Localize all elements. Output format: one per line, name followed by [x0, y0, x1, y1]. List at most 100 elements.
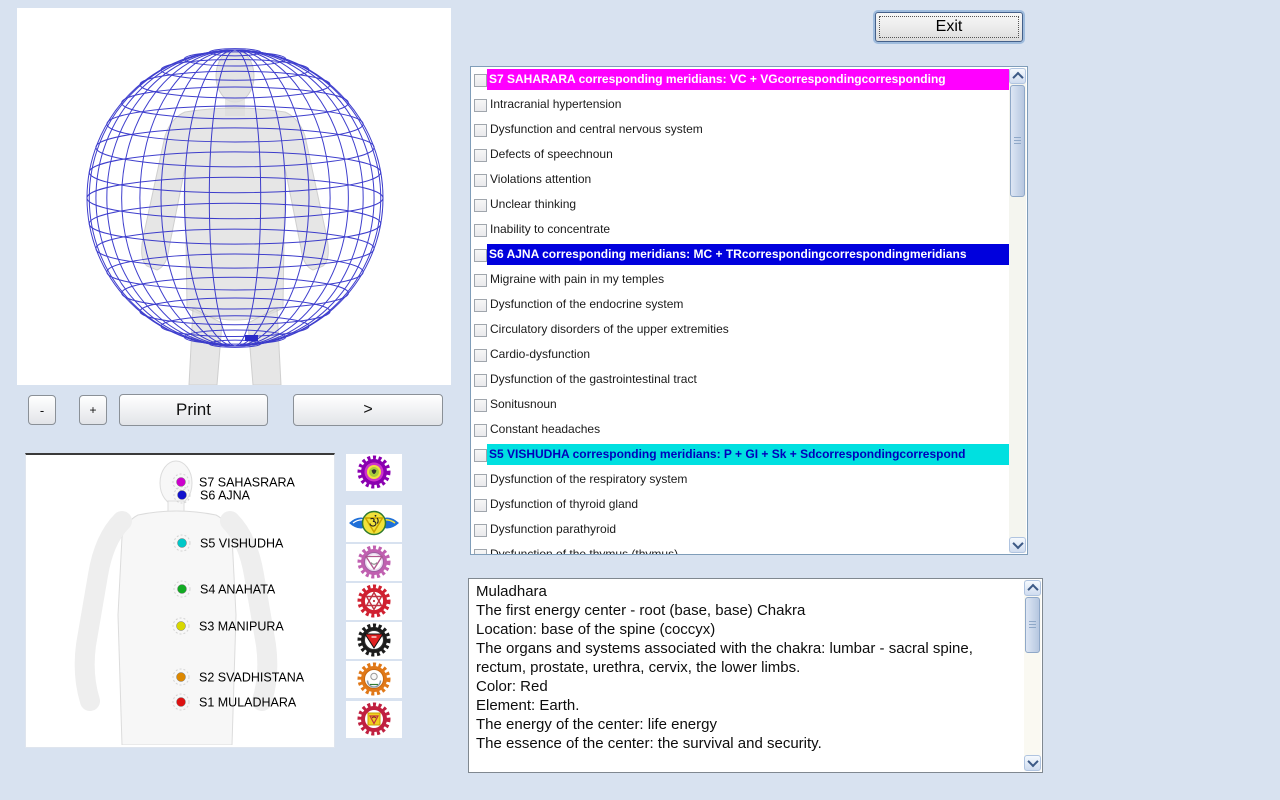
section-header-s7: S7 SAHARARA corresponding meridians: VC … [487, 69, 1010, 90]
symptom-row[interactable]: Dysfunction of thyroid gland [471, 492, 1010, 517]
symptom-checkbox[interactable] [474, 374, 487, 387]
muladhara-icon [346, 701, 402, 738]
symptom-label[interactable]: Dysfunction of the respiratory system [490, 467, 1010, 492]
chakra-body-figure: S7 SAHASRARAS6 AJNA S5 VISHUDHA S4 ANAHATA… [26, 455, 332, 745]
next-button[interactable]: > [293, 394, 443, 426]
chakra-point-s5 [178, 539, 187, 548]
symptom-label[interactable]: Dysfunction of thyroid gland [490, 492, 1010, 517]
aura-3d-panel [17, 8, 451, 385]
chevron-up-icon [1012, 72, 1023, 83]
symptom-row[interactable]: Circulatory disorders of the upper extre… [471, 317, 1010, 342]
symptom-checkbox[interactable] [474, 99, 487, 112]
chakra-point-s1 [177, 698, 186, 707]
chakra-point-label: S4 ANAHATA [200, 583, 276, 597]
chakra-figure-panel: S7 SAHASRARAS6 AJNA S5 VISHUDHA S4 ANAHATA… [25, 453, 335, 748]
chakra-point-label: S6 AJNA [200, 489, 251, 503]
symptom-checkbox[interactable] [474, 149, 487, 162]
description-scrollbar[interactable] [1024, 580, 1041, 771]
exit-button[interactable]: Exit [875, 12, 1023, 42]
symptom-row[interactable]: Dysfunction of the endocrine system [471, 292, 1010, 317]
symptom-checkbox[interactable] [474, 474, 487, 487]
symptom-label[interactable]: Intracranial hypertension [490, 92, 1010, 117]
human-body-3d [142, 50, 329, 385]
symptom-row[interactable]: Intracranial hypertension [471, 92, 1010, 117]
symptom-row[interactable]: Inability to concentrate [471, 217, 1010, 242]
symptom-row[interactable]: Sonitusnoun [471, 392, 1010, 417]
symptom-checkbox[interactable] [474, 224, 487, 237]
symptom-checkbox[interactable] [474, 74, 487, 87]
symptom-checkbox[interactable] [474, 499, 487, 512]
symptom-header-row[interactable]: S6 AJNA corresponding meridians: MC + TR… [471, 242, 1010, 267]
symptom-row[interactable]: Unclear thinking [471, 192, 1010, 217]
symptom-label[interactable]: Violations attention [490, 167, 1010, 192]
section-header-s6: S6 AJNA corresponding meridians: MC + TR… [487, 244, 1010, 265]
symptom-label[interactable]: Dysfunction and central nervous system [490, 117, 1010, 142]
symptom-header-row[interactable]: S7 SAHARARA corresponding meridians: VC … [471, 67, 1010, 92]
print-button[interactable]: Print [119, 394, 268, 426]
symptom-row[interactable]: Cardio-dysfunction [471, 342, 1010, 367]
symptom-checkbox[interactable] [474, 449, 487, 462]
symptom-label[interactable]: Migraine with pain in my temples [490, 267, 1010, 292]
chakra-point-label: S3 MANIPURA [199, 620, 284, 634]
symptom-row[interactable]: Constant headaches [471, 417, 1010, 442]
anahata-icon [346, 583, 402, 620]
chakra-description-text: Muladhara The first energy center - root… [476, 582, 1018, 769]
chakra-point-label: S2 SVADHISTANA [199, 671, 305, 685]
chakra-point-s3 [177, 622, 186, 631]
symptom-row[interactable]: Dysfunction and central nervous system [471, 117, 1010, 142]
symptom-label[interactable]: Cardio-dysfunction [490, 342, 1010, 367]
symptom-checkbox[interactable] [474, 549, 487, 554]
symptom-label[interactable]: Circulatory disorders of the upper extre… [490, 317, 1010, 342]
scrollbar-thumb[interactable] [1025, 597, 1040, 653]
scroll-up-button[interactable] [1009, 68, 1026, 84]
symptom-row[interactable]: Dysfunction of the respiratory system [471, 467, 1010, 492]
symptom-label[interactable]: Defects of speechnoun [490, 142, 1010, 167]
symptom-list-scrollbar[interactable] [1009, 68, 1026, 553]
chevron-up-icon [1027, 584, 1038, 595]
chakra-point-s4 [178, 585, 187, 594]
scroll-down-button[interactable] [1024, 755, 1041, 771]
symptom-label[interactable]: Dysfunction parathyroid [490, 517, 1010, 542]
symptom-label[interactable]: Sonitusnoun [490, 392, 1010, 417]
symptom-checkbox[interactable] [474, 174, 487, 187]
symptom-row[interactable]: Dysfunction of the gastrointestinal trac… [471, 367, 1010, 392]
symptom-checkbox[interactable] [474, 274, 487, 287]
symptom-label[interactable]: Dysfunction of the endocrine system [490, 292, 1010, 317]
symptom-row[interactable]: Migraine with pain in my temples [471, 267, 1010, 292]
ajna-icon [346, 505, 402, 542]
symptom-row[interactable]: Dysfunction of the thymus (thymus) [471, 542, 1010, 554]
symptom-checkbox[interactable] [474, 249, 487, 262]
sphere-bottom-marker [245, 335, 258, 341]
symptom-label[interactable]: Dysfunction of the gastrointestinal trac… [490, 367, 1010, 392]
symptom-row[interactable]: Defects of speechnoun [471, 142, 1010, 167]
symptom-checkbox[interactable] [474, 324, 487, 337]
symptom-checkbox[interactable] [474, 199, 487, 212]
symptom-label[interactable]: Inability to concentrate [490, 217, 1010, 242]
symptom-header-row[interactable]: S5 VISHUDHA corresponding meridians: P +… [471, 442, 1010, 467]
vishudha-icon [346, 544, 402, 581]
symptom-checkbox[interactable] [474, 424, 487, 437]
zoom-out-button[interactable]: - [28, 395, 56, 425]
manipura-icon [346, 622, 402, 659]
scrollbar-thumb[interactable] [1010, 85, 1025, 197]
symptom-row[interactable]: Violations attention [471, 167, 1010, 192]
chevron-down-icon [1027, 756, 1038, 767]
scroll-up-button[interactable] [1024, 580, 1041, 596]
zoom-in-button[interactable]: + [79, 395, 107, 425]
symptom-checkbox[interactable] [474, 349, 487, 362]
scroll-down-button[interactable] [1009, 537, 1026, 553]
symptom-label[interactable]: Constant headaches [490, 417, 1010, 442]
symptom-label[interactable]: Dysfunction of the thymus (thymus) [490, 542, 1010, 554]
chakra-point-s6 [178, 491, 187, 500]
symptom-checkbox[interactable] [474, 299, 487, 312]
symptom-checkbox[interactable] [474, 399, 487, 412]
wireframe-sphere-figure [17, 8, 451, 385]
symptom-label[interactable]: Unclear thinking [490, 192, 1010, 217]
chakra-description-box: Muladhara The first energy center - root… [468, 578, 1043, 773]
chakra-point-label: S7 SAHASRARA [199, 476, 296, 490]
chakra-point-label: S5 VISHUDHA [200, 537, 284, 551]
symptom-checkbox[interactable] [474, 524, 487, 537]
chakra-point-s2 [177, 673, 186, 682]
symptom-row[interactable]: Dysfunction parathyroid [471, 517, 1010, 542]
symptom-checkbox[interactable] [474, 124, 487, 137]
